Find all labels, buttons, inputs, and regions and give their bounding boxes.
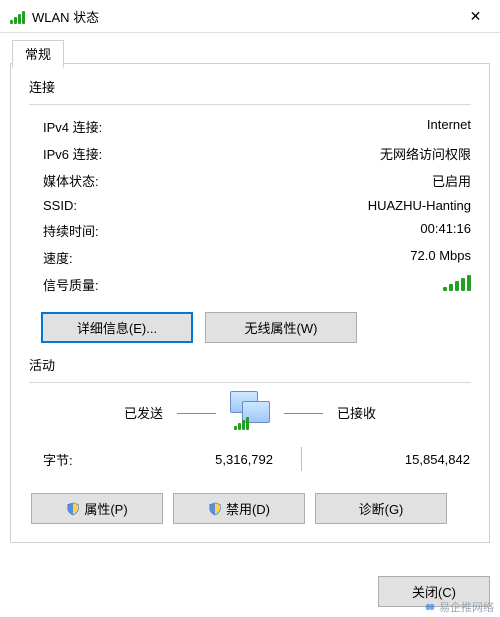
divider [29, 382, 471, 383]
titlebar: WLAN 状态 ✕ [0, 0, 500, 33]
wireless-properties-button[interactable]: 无线属性(W) [205, 312, 357, 343]
row-ipv4: IPv4 连接: Internet [29, 113, 471, 140]
details-button[interactable]: 详细信息(E)... [41, 312, 193, 343]
bytes-sent-value: 5,316,792 [133, 452, 273, 467]
row-duration: 持续时间: 00:41:16 [29, 217, 471, 244]
ssid-value: HUAZHU-Hanting [368, 198, 471, 213]
media-label: 媒体状态: [43, 171, 99, 190]
close-button[interactable]: 关闭(C) [378, 576, 490, 607]
row-signal: 信号质量: [29, 271, 471, 298]
window-title: WLAN 状态 [32, 7, 453, 26]
network-monitors-icon [226, 391, 274, 433]
properties-button-label: 属性(P) [84, 499, 127, 518]
dialog-footer: 关闭(C) [378, 576, 490, 607]
activity-group: 活动 已发送 ——— ——— 已接收 字节: 5,316,792 [29, 355, 471, 524]
signal-icon [10, 8, 26, 24]
activity-label: 活动 [29, 355, 471, 374]
shield-icon [208, 502, 222, 516]
speed-label: 速度: [43, 248, 73, 267]
ipv4-value: Internet [427, 117, 471, 136]
dash-icon: ——— [177, 405, 216, 420]
shield-icon [66, 502, 80, 516]
row-ssid: SSID: HUAZHU-Hanting [29, 194, 471, 217]
row-speed: 速度: 72.0 Mbps [29, 244, 471, 271]
signal-label: 信号质量: [43, 275, 99, 294]
ssid-label: SSID: [43, 198, 77, 213]
tab-strip: 常规 [10, 39, 490, 64]
disable-button-label: 禁用(D) [226, 499, 270, 518]
dash-icon: ——— [284, 405, 323, 420]
connection-label: 连接 [29, 77, 471, 96]
media-value: 已启用 [432, 171, 471, 190]
ipv4-label: IPv4 连接: [43, 117, 102, 136]
ipv6-value: 无网络访问权限 [380, 144, 471, 163]
divider [29, 104, 471, 105]
tab-general[interactable]: 常规 [12, 40, 64, 68]
close-icon[interactable]: ✕ [453, 1, 498, 31]
properties-button[interactable]: 属性(P) [31, 493, 163, 524]
vertical-divider [301, 447, 302, 471]
diagnose-button[interactable]: 诊断(G) [315, 493, 447, 524]
disable-button[interactable]: 禁用(D) [173, 493, 305, 524]
row-media: 媒体状态: 已启用 [29, 167, 471, 194]
row-ipv6: IPv6 连接: 无网络访问权限 [29, 140, 471, 167]
bytes-label: 字节: [43, 450, 133, 469]
duration-label: 持续时间: [43, 221, 99, 240]
received-label: 已接收 [333, 403, 447, 422]
tab-panel-general: 连接 IPv4 连接: Internet IPv6 连接: 无网络访问权限 媒体… [10, 63, 490, 543]
connection-group: 连接 IPv4 连接: Internet IPv6 连接: 无网络访问权限 媒体… [29, 77, 471, 343]
bytes-row: 字节: 5,316,792 15,854,842 [43, 447, 471, 471]
wlan-status-window: WLAN 状态 ✕ 常规 连接 IPv4 连接: Internet IPv6 连… [0, 0, 500, 617]
sent-label: 已发送 [53, 403, 167, 422]
duration-value: 00:41:16 [420, 221, 471, 240]
speed-value: 72.0 Mbps [410, 248, 471, 267]
signal-bars-icon [443, 275, 471, 291]
activity-header: 已发送 ——— ——— 已接收 [29, 391, 471, 433]
ipv6-label: IPv6 连接: [43, 144, 102, 163]
bytes-recv-value: 15,854,842 [330, 452, 470, 467]
